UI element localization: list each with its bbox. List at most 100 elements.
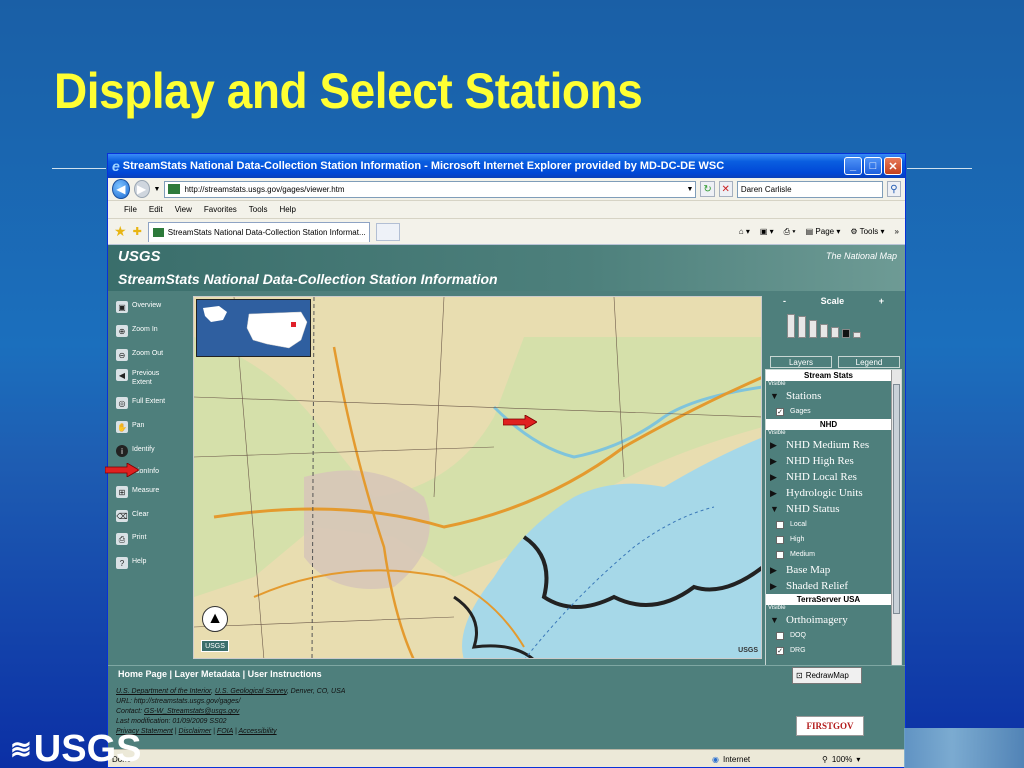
address-dropdown-icon[interactable]: ▼ (687, 186, 694, 193)
favorites-star-icon[interactable]: ★ (114, 223, 127, 240)
tool-zoom-out[interactable]: ⊖ Zoom Out (116, 349, 163, 361)
chevron-more-icon[interactable]: » (895, 227, 899, 236)
menu-tools[interactable]: Tools (249, 205, 268, 214)
tool-zoom-in[interactable]: ⊕ Zoom In (116, 325, 158, 337)
menu-help[interactable]: Help (279, 205, 295, 214)
scale-step[interactable] (831, 327, 839, 338)
refresh-button[interactable]: ↻ (700, 181, 715, 197)
layer-high[interactable]: High (766, 532, 901, 547)
add-favorite-icon[interactable]: ✚ (133, 225, 142, 238)
tool-measure[interactable]: ⊞ Measure (116, 486, 159, 498)
layer-hydrologic-units[interactable]: ▶ Hydrologic Units (766, 485, 901, 501)
contact-email-link[interactable]: GS-W_Streamstats@usgs.gov (144, 708, 239, 715)
medium-checkbox[interactable] (776, 550, 784, 559)
layer-base-map[interactable]: ▶ Base Map (766, 562, 901, 578)
feeds-icon[interactable]: ▣ ▾ (760, 227, 774, 236)
group-terraserver: TerraServer USA (766, 594, 891, 605)
tab-layers[interactable]: Layers (770, 356, 832, 368)
usgs-link[interactable]: U.S. Geological Survey (215, 688, 287, 695)
help-book-icon: ? (116, 557, 128, 569)
layer-doq[interactable]: DOQ (766, 628, 901, 643)
tool-print[interactable]: ⎙ Print (116, 533, 146, 545)
layer-local[interactable]: Local (766, 517, 901, 532)
layer-orthoimagery[interactable]: ▼ Orthoimagery (766, 612, 901, 628)
page-menu[interactable]: ▤ Page ▾ (806, 227, 841, 236)
zoom-dropdown-icon[interactable]: ▾ (856, 755, 860, 764)
maximize-button[interactable]: □ (864, 157, 882, 175)
tool-help[interactable]: ? Help (116, 557, 146, 569)
map-view[interactable]: ▲ USGS USGS (193, 296, 762, 659)
address-input[interactable]: http://streamstats.usgs.gov/gages/viewer… (164, 180, 697, 198)
expanded-triangle-icon[interactable]: ▼ (770, 504, 779, 514)
accessibility-link[interactable]: Accessibility (238, 728, 276, 735)
scale-step[interactable] (853, 332, 861, 338)
footer-links[interactable]: Home Page | Layer Metadata | User Instru… (118, 669, 322, 679)
locator-inset-map[interactable] (196, 299, 311, 357)
layer-shaded-relief[interactable]: ▶ Shaded Relief (766, 578, 901, 594)
tool-pan[interactable]: ✋ Pan (116, 421, 144, 433)
tools-menu[interactable]: ⚙ Tools ▾ (850, 227, 884, 236)
layer-nhd-local[interactable]: ▶ NHD Local Res (766, 469, 901, 485)
new-tab-button[interactable] (375, 222, 400, 241)
stop-button[interactable]: ✕ (718, 181, 733, 197)
minimize-button[interactable]: _ (844, 157, 862, 175)
forward-button[interactable]: ▶ (133, 180, 150, 198)
doi-link[interactable]: U.S. Department of the Interior (116, 688, 211, 695)
expanded-triangle-icon[interactable]: ▼ (770, 615, 779, 625)
firstgov-logo[interactable]: FIRSTGOV (796, 716, 864, 736)
scroll-thumb[interactable] (893, 384, 900, 614)
usgs-logo[interactable]: USGS (118, 248, 161, 265)
collapsed-triangle-icon[interactable]: ▶ (770, 472, 778, 483)
gages-checkbox[interactable]: ✓ (776, 407, 784, 416)
redraw-map-button[interactable]: ⊡ RedrawMap (792, 667, 862, 684)
collapsed-triangle-icon[interactable]: ▶ (770, 581, 778, 592)
scale-step[interactable] (787, 314, 795, 338)
collapsed-triangle-icon[interactable]: ▶ (770, 565, 778, 576)
national-map-logo[interactable]: The National Map (826, 251, 897, 261)
layer-nhd-medium[interactable]: ▶ NHD Medium Res (766, 437, 901, 453)
tab-streamstats[interactable]: StreamStats National Data-Collection Sta… (147, 221, 370, 242)
scale-step[interactable] (820, 324, 828, 338)
tool-clear[interactable]: ⌫ Clear (116, 510, 149, 522)
layer-nhd-status[interactable]: ▼ NHD Status (766, 501, 901, 517)
back-button[interactable]: ◀ (112, 179, 130, 199)
tool-previous-extent[interactable]: ◀ Previous Extent (116, 369, 166, 387)
tab-legend[interactable]: Legend (838, 356, 900, 368)
home-icon[interactable]: ⌂ ▾ (739, 227, 750, 236)
collapsed-triangle-icon[interactable]: ▶ (770, 440, 778, 451)
history-dropdown-icon[interactable]: ▼ (154, 186, 161, 193)
footer-last-modified: Last modification: 01/09/2009 SS02 (116, 718, 227, 725)
drg-checkbox[interactable]: ✓ (776, 646, 784, 655)
doq-checkbox[interactable] (776, 631, 784, 640)
high-checkbox[interactable] (776, 535, 784, 544)
scale-step-current[interactable] (842, 329, 850, 338)
disclaimer-link[interactable]: Disclaimer (179, 728, 212, 735)
layer-nhd-high[interactable]: ▶ NHD High Res (766, 453, 901, 469)
layer-gages[interactable]: ✓ Gages (766, 404, 901, 419)
menu-file[interactable]: File (124, 205, 137, 214)
local-checkbox[interactable] (776, 520, 784, 529)
scale-plus[interactable]: + (879, 296, 884, 306)
zoom-control[interactable]: ⚲ 100% ▾ (822, 755, 860, 764)
menu-view[interactable]: View (175, 205, 192, 214)
scale-step[interactable] (809, 320, 817, 338)
expanded-triangle-icon[interactable]: ▼ (770, 391, 779, 401)
tool-full-extent[interactable]: ◎ Full Extent (116, 397, 165, 409)
search-input[interactable]: Daren Carlisle (736, 180, 883, 198)
layer-scrollbar[interactable] (891, 370, 901, 670)
collapsed-triangle-icon[interactable]: ▶ (770, 488, 778, 499)
tool-overview[interactable]: ▣ Overview (116, 301, 161, 313)
menu-favorites[interactable]: Favorites (204, 205, 237, 214)
layer-drg[interactable]: ✓ DRG (766, 643, 901, 658)
scale-step[interactable] (798, 316, 806, 338)
layer-stations[interactable]: ▼ Stations (766, 388, 901, 404)
collapsed-triangle-icon[interactable]: ▶ (770, 456, 778, 467)
layer-medium[interactable]: Medium (766, 547, 901, 562)
search-button[interactable]: ⚲ (886, 181, 901, 197)
print-icon[interactable]: ⎙ ▾ (784, 227, 796, 237)
menu-edit[interactable]: Edit (149, 205, 163, 214)
tool-identify[interactable]: i Identify (116, 445, 155, 457)
foia-link[interactable]: FOIA (217, 728, 233, 735)
close-button[interactable]: ✕ (884, 157, 902, 175)
scale-minus[interactable]: - (783, 296, 786, 306)
